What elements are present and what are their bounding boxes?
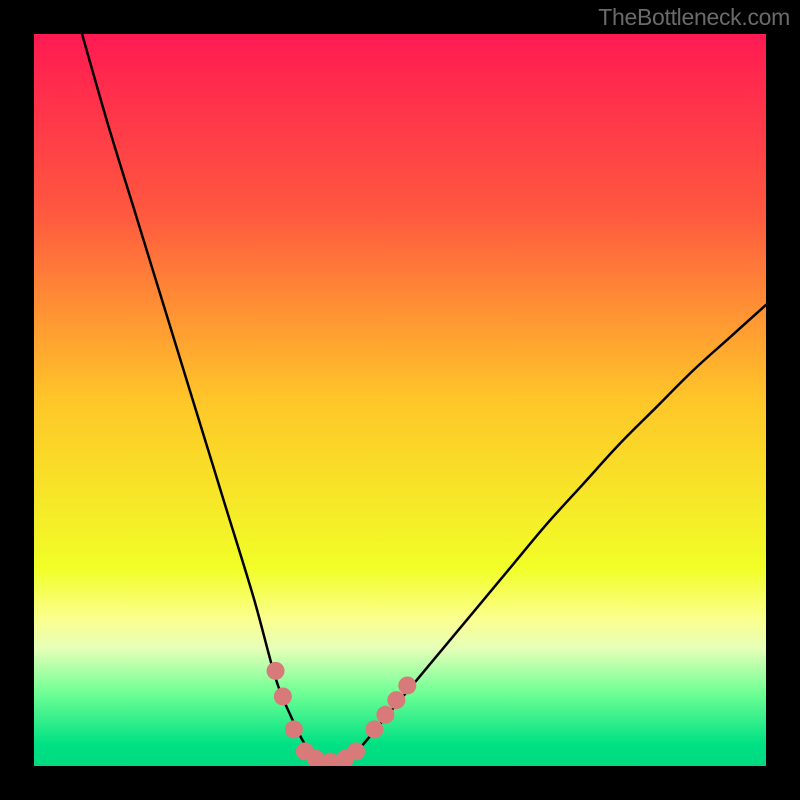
- watermark-text: TheBottleneck.com: [598, 4, 790, 31]
- curve-marker: [267, 662, 285, 680]
- chart-svg: [34, 34, 766, 766]
- gradient-background: [34, 34, 766, 766]
- curve-marker: [274, 687, 292, 705]
- curve-marker: [365, 720, 383, 738]
- chart-frame: TheBottleneck.com: [0, 0, 800, 800]
- curve-marker: [285, 720, 303, 738]
- plot-area: [34, 34, 766, 766]
- curve-marker: [398, 676, 416, 694]
- curve-marker: [387, 691, 405, 709]
- curve-marker: [376, 706, 394, 724]
- curve-marker: [347, 742, 365, 760]
